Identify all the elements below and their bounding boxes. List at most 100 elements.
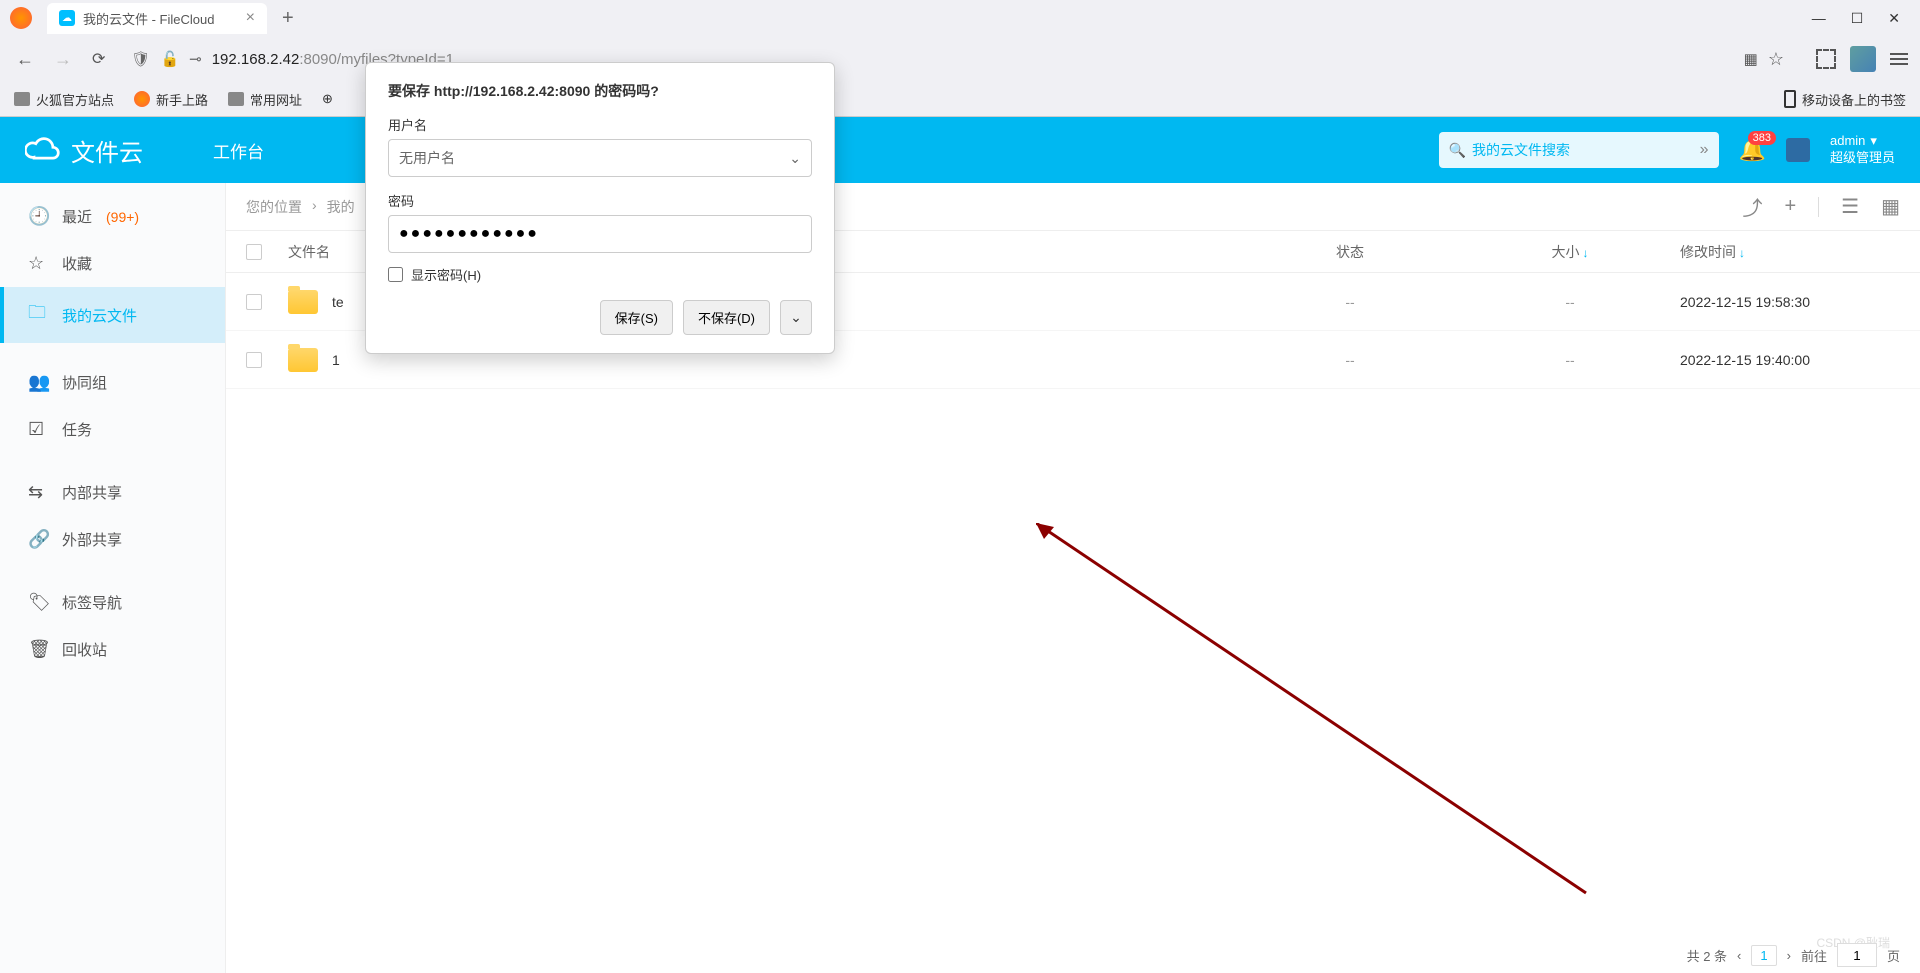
popup-dropdown-button[interactable]: ⌄ [780, 300, 812, 335]
nav-right-tools [1806, 46, 1908, 72]
add-icon[interactable]: + [1784, 195, 1796, 218]
key-icon[interactable]: ⊸ [189, 50, 202, 68]
sidebar-item-trash[interactable]: 🗑回收站 [0, 626, 225, 673]
folder-icon [288, 348, 318, 372]
tab-close-icon[interactable]: × [246, 9, 255, 27]
search-go-icon[interactable]: » [1700, 141, 1709, 159]
sidebar-item-group[interactable]: 👥协同组 [0, 359, 225, 406]
page-input[interactable] [1837, 943, 1877, 967]
extension-icon[interactable] [1850, 46, 1876, 72]
brand-text: 文件云 [71, 133, 143, 168]
chevron-down-icon: ▾ [1870, 133, 1877, 150]
group-icon: 👥 [28, 372, 48, 393]
breadcrumb: 您的位置›我的 [246, 197, 355, 217]
nav-bar: ← → ⟳ 🛡 🔓 ⊸ 192.168.2.42:8090/myfiles?ty… [0, 36, 1920, 82]
mobile-bookmarks[interactable]: 移动设备上的书签 [1784, 90, 1906, 109]
browser-chrome: ☁ 我的云文件 - FileCloud × + — ☐ ✕ ← → ⟳ 🛡 🔓 … [0, 0, 1920, 117]
close-icon[interactable]: ✕ [1888, 10, 1900, 27]
brand-logo[interactable]: 文件云 [25, 133, 143, 168]
sidebar-item-tags[interactable]: 🏷标签导航 [0, 579, 225, 626]
tab-bar: ☁ 我的云文件 - FileCloud × + — ☐ ✕ [0, 0, 1920, 36]
back-button[interactable]: ← [12, 45, 38, 74]
window-controls: — ☐ ✕ [1812, 10, 1920, 27]
minimize-icon[interactable]: — [1812, 10, 1826, 27]
sidebar-item-recent[interactable]: 🕘最近(99+) [0, 193, 225, 240]
task-icon: ☑ [28, 419, 48, 440]
mobile-icon [1784, 90, 1796, 108]
save-password-popup: 要保存 http://192.168.2.42:8090 的密码吗? 用户名 无… [365, 62, 835, 354]
bookmark-item[interactable]: 新手上路 [134, 90, 208, 109]
menu-icon[interactable] [1890, 53, 1908, 65]
col-date[interactable]: 修改时间↓ [1680, 242, 1900, 262]
show-password-checkbox[interactable]: 显示密码(H) [388, 265, 812, 284]
username-label: 用户名 [388, 115, 812, 134]
upload-icon[interactable]: ⤴ [1742, 192, 1762, 221]
page-prev[interactable]: ‹ [1737, 948, 1741, 963]
user-info[interactable]: admin▾ 超级管理员 [1830, 133, 1895, 167]
new-tab-button[interactable]: + [282, 7, 294, 30]
user-role: 超级管理员 [1830, 150, 1895, 167]
sidebar-item-task[interactable]: ☑任务 [0, 406, 225, 453]
star-icon: ☆ [28, 253, 48, 274]
notification-badge: 383 [1748, 131, 1776, 145]
maximize-icon[interactable]: ☐ [1851, 10, 1864, 27]
folder-icon [228, 92, 244, 106]
col-status[interactable]: 状态 [1240, 242, 1460, 262]
save-button[interactable]: 保存(S) [600, 300, 673, 335]
share-icon: ⇆ [28, 482, 48, 503]
sidebar-item-myfiles[interactable]: 🗀我的云文件 [0, 287, 225, 343]
sidebar: 🕘最近(99+) ☆收藏 🗀我的云文件 👥协同组 ☑任务 ⇆内部共享 🔗外部共享… [0, 183, 226, 973]
list-view-icon[interactable]: ☰ [1841, 194, 1859, 219]
tab-favicon-icon: ☁ [59, 10, 75, 26]
password-label: 密码 [388, 191, 812, 210]
link-icon: 🔗 [28, 529, 48, 550]
firefox-logo-icon [10, 7, 32, 29]
trash-icon: 🗑 [28, 639, 48, 660]
row-checkbox[interactable] [246, 294, 262, 310]
bookmark-item[interactable]: 火狐官方站点 [14, 90, 114, 109]
refresh-button[interactable]: ⟳ [88, 45, 109, 73]
select-all-checkbox[interactable] [246, 244, 262, 260]
folder-icon: 🗀 [28, 300, 48, 330]
password-input[interactable] [388, 215, 812, 253]
username-select[interactable]: 无用户名 ⌄ [388, 139, 812, 177]
annotation-arrow [1036, 523, 1596, 903]
sort-arrow-icon: ↓ [1739, 246, 1745, 260]
browser-tab[interactable]: ☁ 我的云文件 - FileCloud × [47, 3, 267, 34]
globe-icon: ⊕ [322, 91, 333, 107]
folder-icon [14, 92, 30, 106]
dont-save-button[interactable]: 不保存(D) [683, 300, 770, 335]
row-checkbox[interactable] [246, 352, 262, 368]
sidebar-item-external-share[interactable]: 🔗外部共享 [0, 516, 225, 563]
search-box[interactable]: 🔍 » [1439, 132, 1719, 168]
grid-view-icon[interactable]: ▦ [1881, 194, 1900, 219]
tag-icon: 🏷 [28, 592, 48, 613]
qr-icon[interactable]: ▦ [1744, 50, 1758, 68]
shield-icon[interactable]: 🛡 [131, 50, 150, 68]
sort-arrow-icon: ↓ [1583, 246, 1589, 260]
col-size[interactable]: 大小↓ [1460, 242, 1680, 262]
page-next[interactable]: › [1787, 948, 1791, 963]
chevron-down-icon: ⌄ [789, 150, 801, 167]
clock-icon: 🕘 [28, 206, 48, 227]
forward-button[interactable]: → [50, 45, 76, 74]
cloud-icon [25, 136, 61, 164]
search-input[interactable] [1472, 142, 1700, 158]
sidebar-item-internal-share[interactable]: ⇆内部共享 [0, 469, 225, 516]
notification-bell[interactable]: 🔔 383 [1739, 137, 1766, 163]
sidebar-item-favorite[interactable]: ☆收藏 [0, 240, 225, 287]
bookmark-bar: 火狐官方站点 新手上路 常用网址 ⊕ 移动设备上的书签 [0, 82, 1920, 116]
screenshot-icon[interactable] [1816, 49, 1836, 69]
page-current[interactable]: 1 [1751, 945, 1776, 966]
bookmark-item[interactable]: ⊕ [322, 91, 333, 107]
bookmark-star-icon[interactable]: ☆ [1768, 49, 1784, 70]
workspace-link[interactable]: 工作台 [213, 138, 264, 163]
pagination: 共 2 条 ‹ 1 › 前往 页 [1687, 943, 1900, 967]
lock-struck-icon[interactable]: 🔓 [160, 50, 179, 68]
app-header: 文件云 工作台 🔍 » 🔔 383 admin▾ 超级管理员 [0, 117, 1920, 183]
chevron-down-icon: ⌄ [790, 309, 802, 326]
avatar[interactable] [1786, 138, 1810, 162]
search-icon: 🔍 [1449, 142, 1466, 159]
bookmark-item[interactable]: 常用网址 [228, 90, 302, 109]
tab-title: 我的云文件 - FileCloud [83, 9, 214, 28]
